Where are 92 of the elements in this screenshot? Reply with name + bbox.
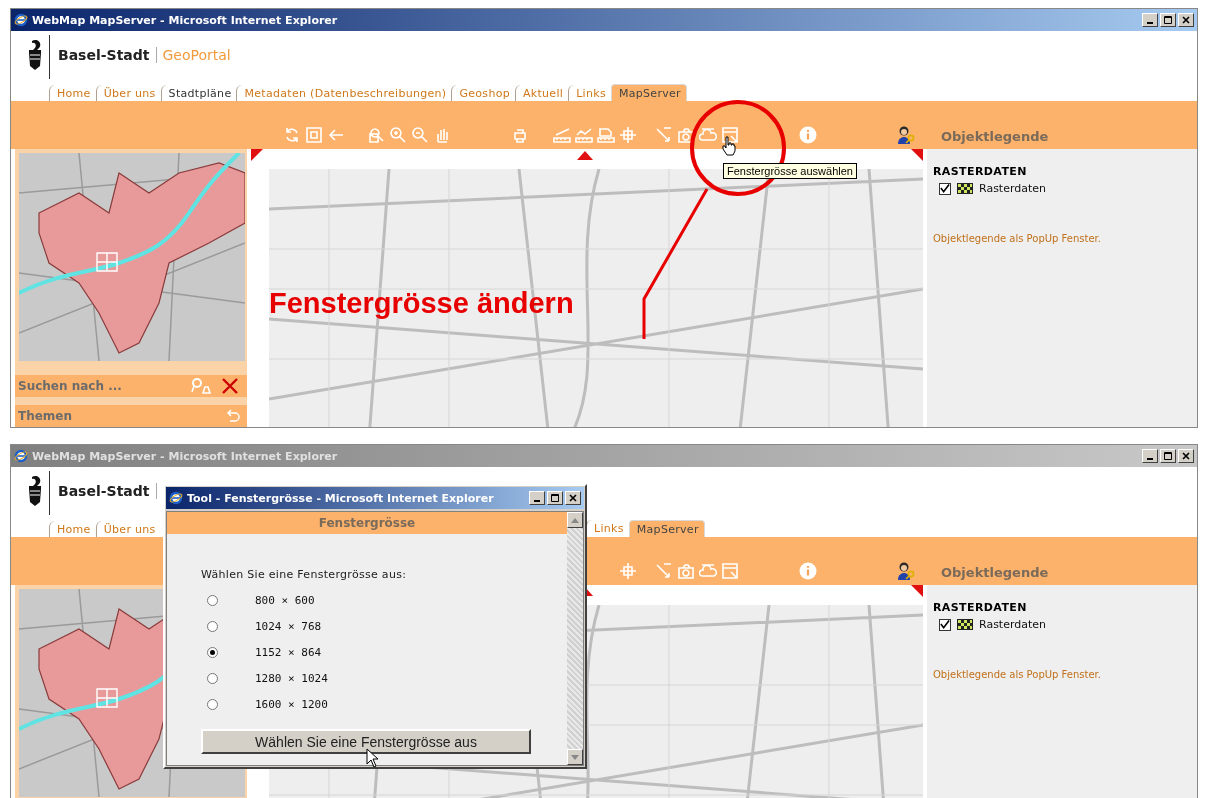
size-radio[interactable] <box>207 698 218 710</box>
maximize-icon <box>1163 451 1173 461</box>
maximize-button[interactable] <box>1160 13 1176 27</box>
layer-name: Rasterdaten <box>979 618 1047 631</box>
refresh-icon[interactable] <box>283 126 301 144</box>
minimize-icon <box>534 500 540 502</box>
close-icon <box>1181 451 1191 461</box>
annotation-text: Fenstergrösse ändern <box>269 287 574 320</box>
browser-icon <box>14 449 28 463</box>
legend-title: Objektlegende <box>940 565 1049 582</box>
crosier-logo-icon <box>27 39 43 71</box>
size-radio[interactable] <box>207 672 218 684</box>
close-icon <box>1181 15 1191 25</box>
brand-name: Basel-Stadt <box>58 483 150 499</box>
maximize-button[interactable] <box>547 491 563 505</box>
active-tool-marker-icon <box>577 151 593 160</box>
magnifier-box-icon[interactable] <box>367 126 385 144</box>
window-title: WebMap MapServer - Microsoft Internet Explorer <box>32 13 338 27</box>
size-option-label: 1024 × 768 <box>255 619 322 633</box>
layer-checkbox[interactable] <box>939 182 951 195</box>
brand-name: Basel-Stadt <box>58 47 150 63</box>
camera-icon[interactable] <box>677 126 695 144</box>
select-size-button[interactable]: Wählen Sie eine Fenstergrösse aus <box>201 729 531 754</box>
tooltip: Fenstergrösse auswählen <box>723 163 857 179</box>
size-radio[interactable] <box>207 594 218 606</box>
browser-icon <box>14 13 28 27</box>
zoom-extent-icon[interactable] <box>305 126 323 144</box>
undo-icon[interactable] <box>225 409 241 423</box>
info-icon[interactable] <box>799 126 817 144</box>
clear-search-icon[interactable] <box>221 377 241 395</box>
nav-tab[interactable]: MapServer <box>628 520 705 537</box>
down-arrow-icon <box>571 754 579 760</box>
info-icon[interactable] <box>799 562 817 580</box>
minimize-button[interactable] <box>529 491 545 505</box>
popup-legend-link[interactable]: Objektlegende als PopUp Fenster. <box>933 669 1101 680</box>
dialog-heading: Fenstergrösse <box>167 512 567 534</box>
layer-name: Rasterdaten <box>979 182 1047 195</box>
zoom-out-icon[interactable] <box>411 126 429 144</box>
corner-marker-icon <box>911 149 923 161</box>
nav-tab[interactable]: MapServer <box>610 84 687 101</box>
window-title: WebMap MapServer - Microsoft Internet Explorer <box>32 449 338 463</box>
scroll-down-button[interactable] <box>567 749 583 765</box>
checkmark-icon <box>940 619 950 630</box>
ruler-line-icon[interactable] <box>575 126 593 144</box>
browser-icon <box>169 491 183 505</box>
cloud-icon[interactable] <box>699 562 717 580</box>
person-key-icon[interactable] <box>896 561 916 581</box>
scroll-up-button[interactable] <box>567 512 583 528</box>
size-radio[interactable] <box>207 620 218 632</box>
ruler-area-icon[interactable] <box>597 126 615 144</box>
search-label: Suchen nach ... <box>18 379 122 393</box>
size-option-label: 800 × 600 <box>255 593 315 607</box>
person-key-icon[interactable] <box>896 125 916 145</box>
themes-panel-header[interactable]: Themen <box>15 405 247 427</box>
diagonal-arrow-icon[interactable] <box>655 562 673 580</box>
corner-marker-icon <box>251 149 263 161</box>
corner-marker-icon <box>911 585 923 597</box>
search-person-icon[interactable] <box>191 377 211 395</box>
search-panel-header[interactable]: Suchen nach ... <box>15 375 247 397</box>
dialog-title: Tool - Fenstergrösse - Microsoft Internet Explorer <box>187 491 494 505</box>
crosier-logo-icon <box>27 475 43 507</box>
portal-name: GeoPortal <box>162 47 231 63</box>
legend-group-title: RASTERDATEN <box>933 601 1027 614</box>
raster-checker-icon <box>957 183 973 194</box>
themes-label: Themen <box>18 409 73 423</box>
size-radio[interactable] <box>207 646 218 658</box>
layer-checkbox[interactable] <box>939 618 951 631</box>
zoom-in-icon[interactable] <box>389 126 407 144</box>
size-option-label: 1600 × 1200 <box>255 697 328 711</box>
up-arrow-icon <box>571 517 579 523</box>
legend-title: Objektlegende <box>940 129 1049 146</box>
minimize-icon <box>1147 22 1153 24</box>
legend-group-title: RASTERDATEN <box>933 165 1027 178</box>
checkmark-icon <box>940 183 950 194</box>
minimize-icon <box>1147 458 1153 460</box>
ruler-icon[interactable] <box>553 126 571 144</box>
window-icon[interactable] <box>721 126 739 144</box>
crosshair-icon[interactable] <box>619 126 637 144</box>
size-option-label: 1280 × 1024 <box>255 671 328 685</box>
crosshair-icon[interactable] <box>619 562 637 580</box>
size-option-label: 1152 × 864 <box>255 645 322 659</box>
maximize-icon <box>1163 15 1173 25</box>
raster-checker-icon <box>957 619 973 630</box>
minimize-button[interactable] <box>1142 13 1158 27</box>
hand-cursor-icon <box>722 136 736 156</box>
close-button[interactable] <box>565 491 581 505</box>
printer-icon[interactable] <box>511 126 529 144</box>
close-button[interactable] <box>1178 13 1194 27</box>
close-icon <box>568 493 578 503</box>
prompt-text: Wählen Sie eine Fenstergrösse aus: <box>201 568 408 581</box>
maximize-icon <box>550 493 560 503</box>
popup-legend-link[interactable]: Objektlegende als PopUp Fenster. <box>933 233 1101 244</box>
